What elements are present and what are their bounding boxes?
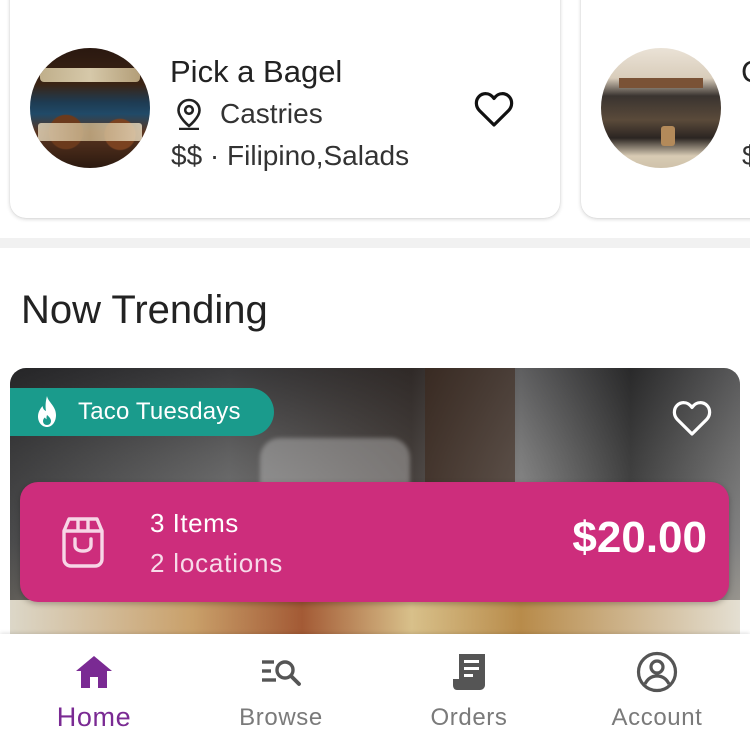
- nav-label: Orders: [430, 704, 508, 731]
- restaurant-name: C: [741, 54, 750, 90]
- promo-label: Taco Tuesdays: [78, 398, 241, 425]
- section-divider: [0, 238, 750, 248]
- trending-favorite-button[interactable]: [668, 394, 716, 442]
- restaurant-meta: $$ · Filipino,Salads: [171, 140, 410, 171]
- account-circle-icon: [635, 650, 679, 694]
- receipt-icon: [447, 650, 491, 694]
- restaurant-photo: [30, 48, 150, 168]
- home-icon: [72, 650, 116, 694]
- heart-outline-icon: [474, 92, 514, 127]
- bundle-summary[interactable]: 3 Items 2 locations $20.00: [20, 482, 729, 602]
- restaurant-location: Castries: [176, 98, 323, 130]
- restaurant-card[interactable]: Pick a Bagel Castries $$ · Filipino,Sala…: [10, 0, 560, 218]
- restaurant-location-text: Castries: [220, 98, 323, 129]
- restaurant-card[interactable]: C $: [581, 0, 750, 218]
- restaurant-carousel[interactable]: Pick a Bagel Castries $$ · Filipino,Sala…: [0, 0, 750, 238]
- heart-outline-icon: [672, 401, 712, 436]
- browse-search-icon: [259, 650, 303, 694]
- nav-label: Browse: [239, 704, 323, 731]
- restaurant-name: Pick a Bagel: [170, 54, 343, 89]
- flame-icon: [38, 396, 56, 427]
- bundle-item-count: 3 Items: [150, 508, 239, 538]
- nav-label: Account: [611, 704, 703, 731]
- shopping-bag-icon: [62, 517, 104, 568]
- bundle-location-count: 2 locations: [150, 548, 284, 578]
- nav-item-orders[interactable]: Orders: [394, 634, 544, 750]
- section-title: Now Trending: [21, 288, 268, 332]
- nav-item-browse[interactable]: Browse: [206, 634, 356, 750]
- restaurant-meta: $: [742, 140, 750, 171]
- promo-badge: Taco Tuesdays: [10, 388, 274, 436]
- nav-item-account[interactable]: Account: [582, 634, 732, 750]
- bundle-price: $20.00: [572, 513, 707, 562]
- nav-label: Home: [56, 702, 132, 732]
- restaurant-photo: [601, 48, 721, 168]
- nav-item-home[interactable]: Home: [19, 634, 169, 750]
- location-pin-icon: [177, 98, 201, 130]
- favorite-button[interactable]: [472, 87, 516, 131]
- bottom-navigation: Home Browse Orders Account: [0, 634, 750, 750]
